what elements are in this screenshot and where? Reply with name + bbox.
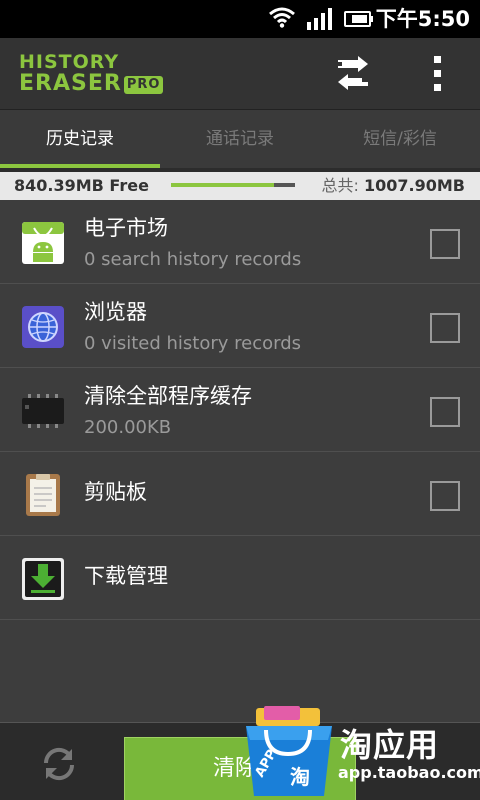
storage-total-label: 总共: xyxy=(321,176,359,195)
status-time: 下午5:50 xyxy=(375,7,470,31)
item-title: 浏览器 xyxy=(84,300,147,324)
tab-call-log[interactable]: 通话记录 xyxy=(160,110,320,172)
item-checkbox[interactable] xyxy=(430,229,460,259)
item-title: 电子市场 xyxy=(84,216,168,240)
item-subtitle: 200.00KB xyxy=(84,417,172,438)
list-item-downloads[interactable]: 下载管理 xyxy=(0,536,480,620)
tab-bar: 历史记录 通话记录 短信/彩信 xyxy=(0,110,480,172)
app-logo: HISTORY ERASER PRO xyxy=(19,51,164,96)
refresh-icon[interactable] xyxy=(38,743,80,785)
watermark-text: 淘应用 xyxy=(340,726,440,764)
status-bar: 下午5:50 xyxy=(0,0,480,38)
history-list: 电子市场 0 search history records 浏览器 0 visi… xyxy=(0,200,480,620)
action-bar: HISTORY ERASER PRO xyxy=(0,38,480,110)
shopping-bag-icon: APP 淘 xyxy=(246,706,332,796)
swap-icon[interactable] xyxy=(332,56,374,94)
storage-total-value: 1007.90MB xyxy=(364,176,465,195)
item-checkbox[interactable] xyxy=(430,313,460,343)
item-title: 下载管理 xyxy=(84,564,168,588)
memory-chip-icon xyxy=(22,394,64,428)
tab-active-indicator xyxy=(0,164,160,168)
download-icon xyxy=(22,558,64,600)
list-item-clipboard[interactable]: 剪贴板 xyxy=(0,452,480,536)
item-subtitle: 0 visited history records xyxy=(84,333,301,354)
item-checkbox[interactable] xyxy=(430,397,460,427)
tab-sms-mms[interactable]: 短信/彩信 xyxy=(320,110,480,172)
item-checkbox[interactable] xyxy=(430,481,460,511)
logo-line2-text: ERASER xyxy=(19,71,122,96)
item-subtitle: 0 search history records xyxy=(84,249,302,270)
list-item-cache[interactable]: 清除全部程序缓存 200.00KB xyxy=(0,368,480,452)
watermark-url: app.taobao.com xyxy=(338,763,480,782)
storage-progress-fill xyxy=(171,183,274,187)
list-item-browser[interactable]: 浏览器 0 visited history records xyxy=(0,284,480,368)
app-screen: 下午5:50 HISTORY ERASER PRO 历史记录 通话记录 短信/彩信… xyxy=(0,0,480,800)
item-title: 剪贴板 xyxy=(84,480,147,504)
tab-history[interactable]: 历史记录 xyxy=(0,110,160,172)
logo-line1: HISTORY xyxy=(19,51,120,73)
storage-progress xyxy=(171,183,295,187)
signal-icon xyxy=(307,8,332,30)
browser-globe-icon xyxy=(22,306,64,348)
overflow-menu-icon[interactable] xyxy=(420,54,456,94)
list-item-market[interactable]: 电子市场 0 search history records xyxy=(0,200,480,284)
logo-pro-badge: PRO xyxy=(123,76,164,94)
storage-free: 840.39MB Free xyxy=(14,176,149,195)
item-title: 清除全部程序缓存 xyxy=(84,384,252,408)
android-market-icon xyxy=(22,222,64,264)
wifi-icon xyxy=(269,7,295,28)
clipboard-icon xyxy=(26,474,60,516)
storage-total: 总共: 1007.90MB xyxy=(322,174,466,198)
logo-line2: ERASER PRO xyxy=(19,71,164,96)
bag-char: 淘 xyxy=(290,765,310,789)
battery-icon xyxy=(344,11,373,27)
taobao-watermark: APP 淘 淘应用 app.taobao.com xyxy=(240,706,480,800)
storage-bar: 840.39MB Free 总共: 1007.90MB xyxy=(0,172,480,200)
